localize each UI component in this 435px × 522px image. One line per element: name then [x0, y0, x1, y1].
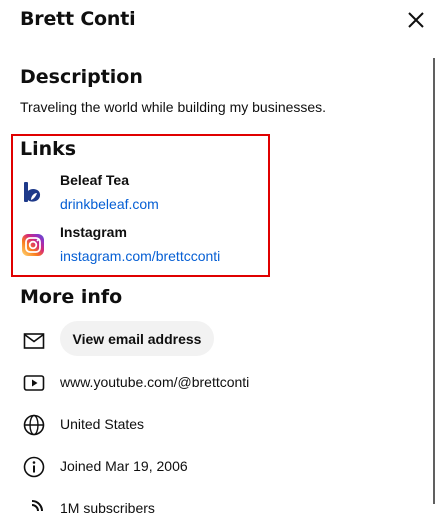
description-text: Traveling the world while building my bu… — [20, 99, 327, 115]
link-name-instagram: Instagram — [60, 224, 127, 240]
youtube-channel-icon — [21, 370, 47, 396]
email-icon — [21, 328, 47, 354]
subscribers-text: 1M subscribers — [60, 500, 155, 516]
beleaf-logo-icon — [21, 181, 45, 205]
view-email-button[interactable]: View email address — [60, 321, 214, 356]
info-icon — [21, 454, 47, 480]
subscribers-icon — [21, 496, 47, 522]
joined-date: Joined Mar 19, 2006 — [60, 458, 188, 474]
country-text: United States — [60, 416, 145, 432]
close-button[interactable] — [402, 6, 430, 34]
link-url-instagram[interactable]: instagram.com/brettcconti — [60, 248, 220, 264]
globe-icon — [21, 412, 47, 438]
close-icon — [408, 12, 424, 28]
channel-url: www.youtube.com/@brettconti — [60, 374, 250, 390]
link-name-beleaf: Beleaf Tea — [60, 172, 129, 188]
channel-title: Brett Conti — [20, 8, 136, 30]
instagram-icon — [21, 233, 45, 257]
link-url-beleaf[interactable]: drinkbeleaf.com — [60, 196, 159, 212]
more-info-heading: More info — [20, 286, 123, 308]
description-heading: Description — [20, 66, 143, 88]
